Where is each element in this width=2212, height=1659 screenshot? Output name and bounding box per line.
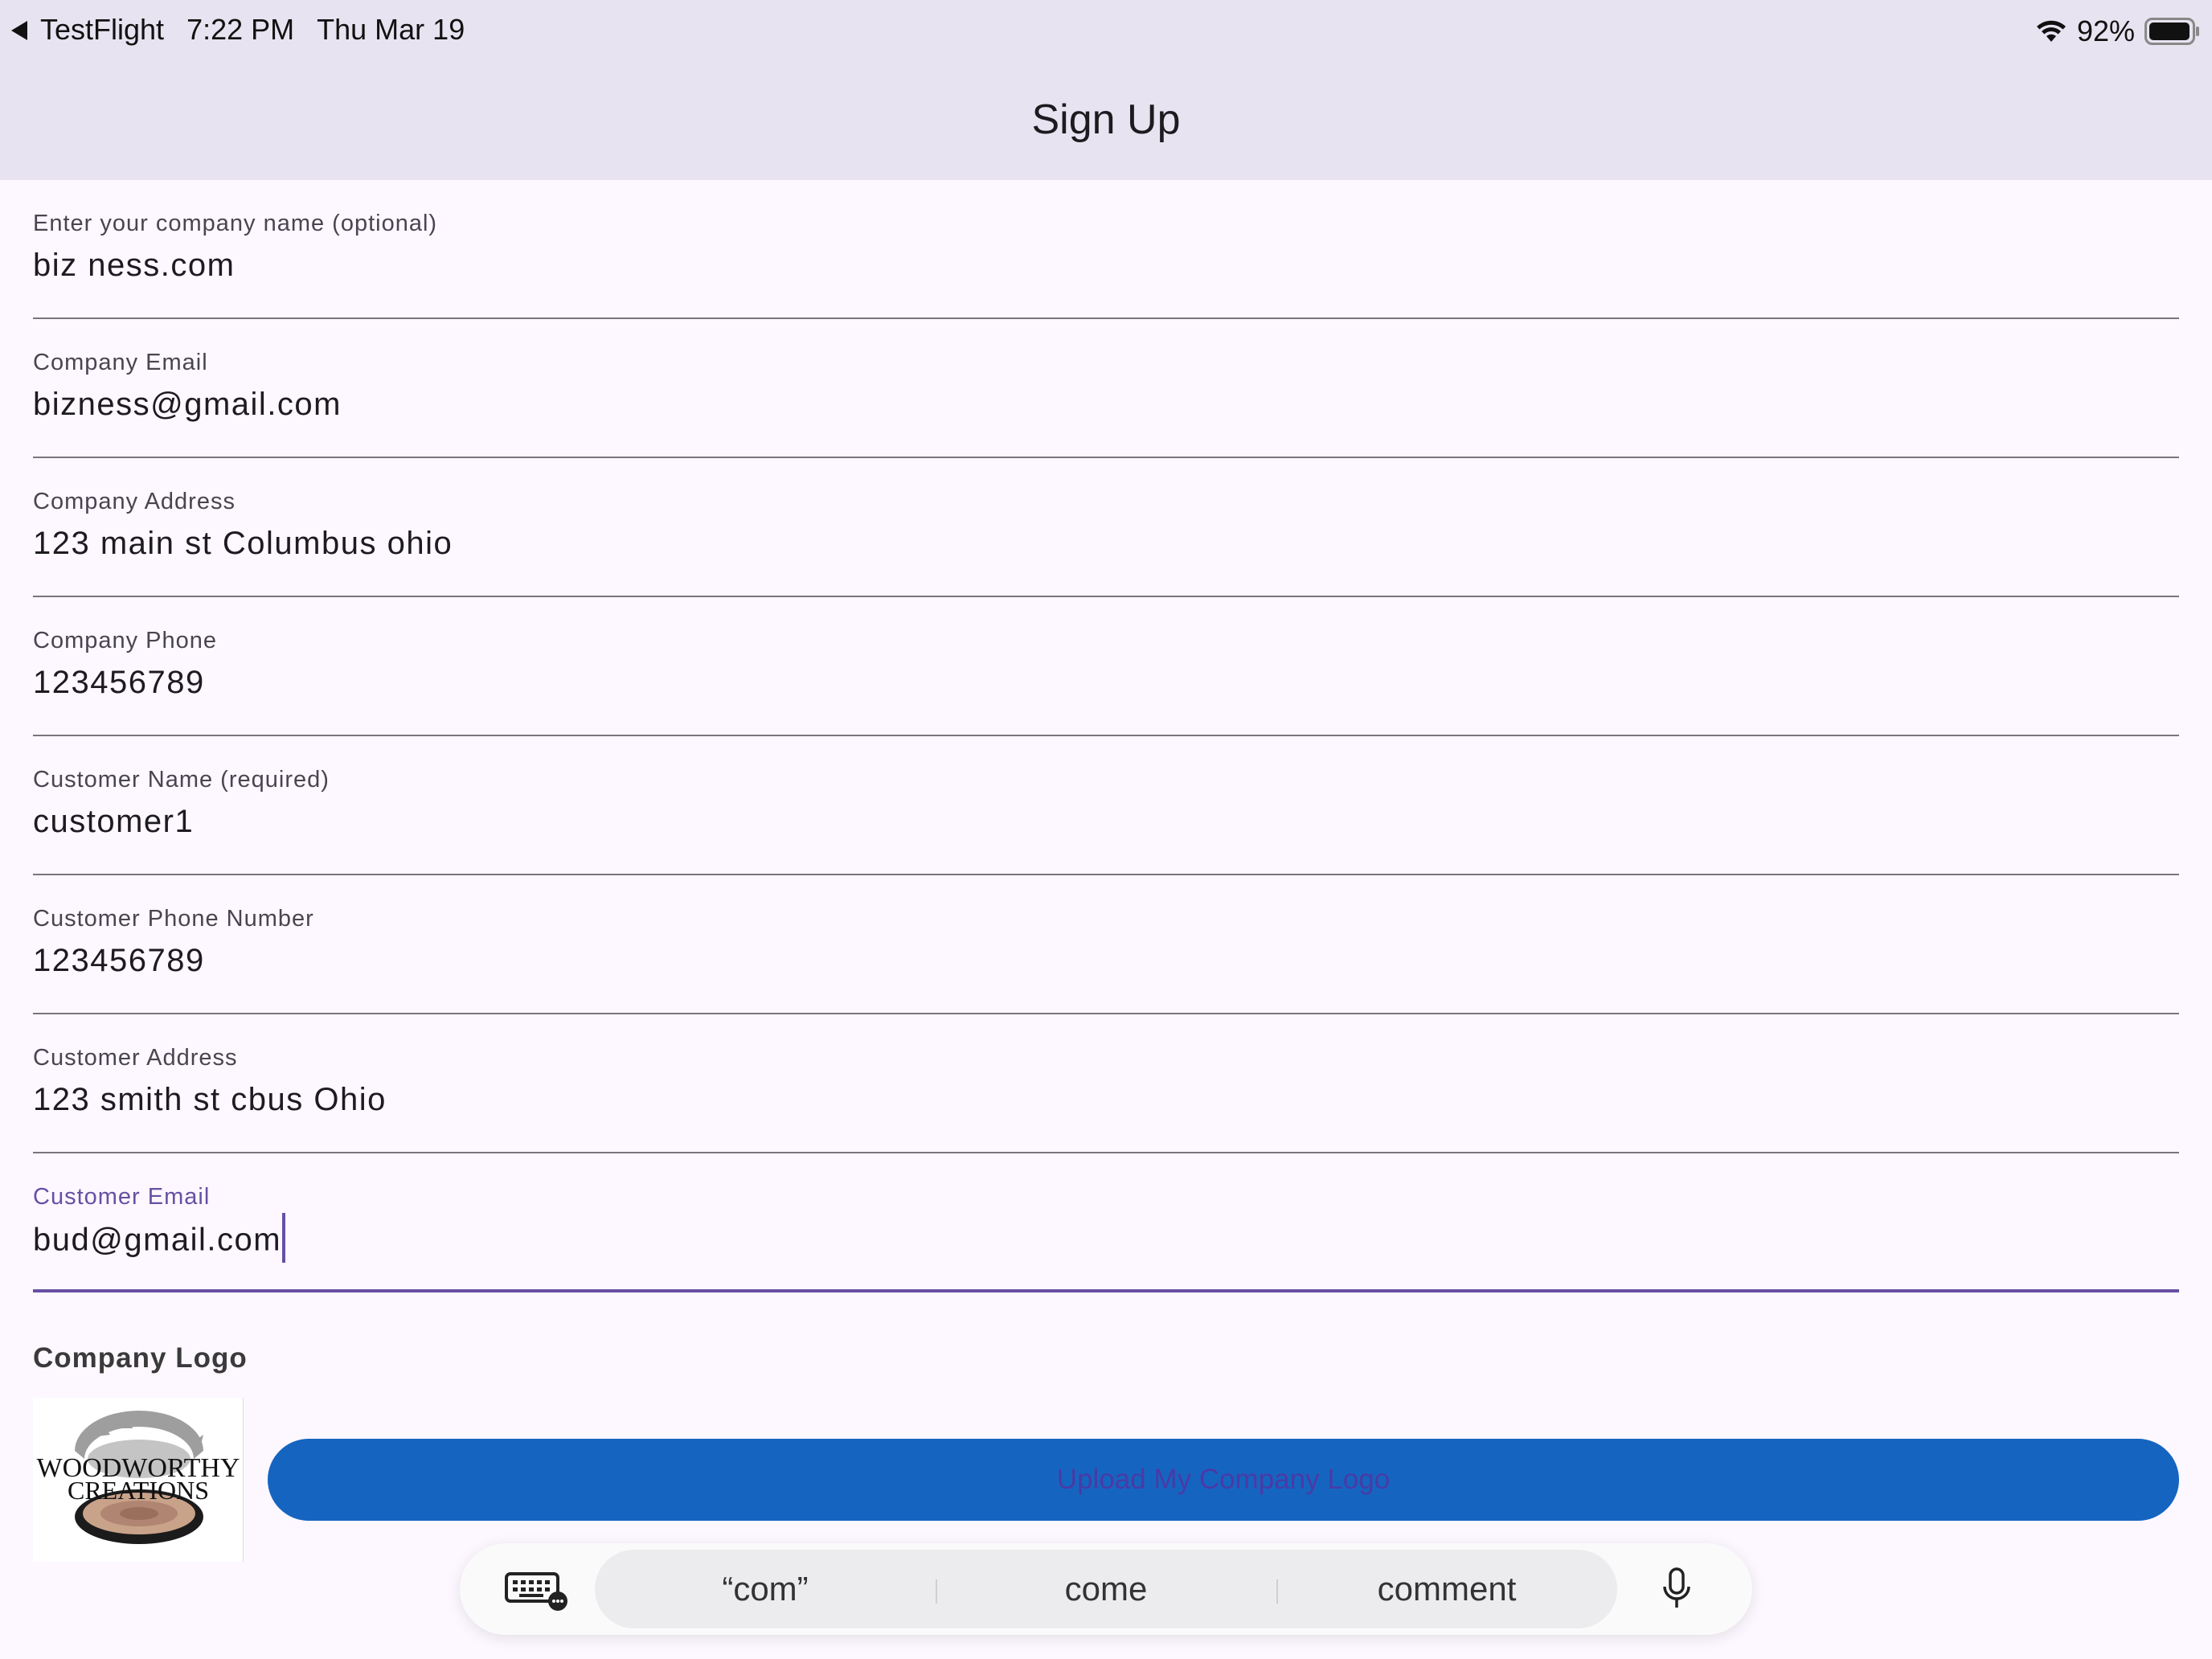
- company-logo-heading: Company Logo: [33, 1342, 248, 1374]
- field-value[interactable]: 123 smith st cbus Ohio: [33, 1082, 387, 1118]
- field-label: Company Email: [33, 350, 208, 375]
- field-label: Customer Address: [33, 1045, 238, 1071]
- text-cursor: [282, 1213, 286, 1263]
- field-value[interactable]: bud@gmail.com: [33, 1223, 281, 1258]
- back-arrow-icon[interactable]: [11, 21, 27, 40]
- logo-text-line2: CREATIONS: [68, 1476, 209, 1505]
- customer-name-field[interactable]: Customer Name (required) customer1: [33, 736, 2179, 875]
- field-label: Company Address: [33, 489, 236, 514]
- upload-logo-button[interactable]: Upload My Company Logo: [268, 1439, 2179, 1521]
- wifi-icon: [2035, 19, 2067, 43]
- status-time: 7:22 PM: [186, 13, 295, 46]
- field-value[interactable]: customer1: [33, 804, 194, 840]
- status-left[interactable]: TestFlight 7:22 PM Thu Mar 19: [11, 13, 465, 47]
- keyboard-icon[interactable]: [505, 1571, 569, 1615]
- status-back-app[interactable]: TestFlight: [40, 13, 164, 47]
- field-value[interactable]: 123456789: [33, 665, 205, 701]
- suggestion-item[interactable]: “com”: [595, 1570, 936, 1608]
- field-label: Customer Email: [33, 1184, 211, 1210]
- suggestion-item[interactable]: comment: [1276, 1570, 1617, 1608]
- field-label: Customer Name (required): [33, 767, 330, 793]
- customer-email-field[interactable]: Customer Email bud@gmail.com: [33, 1153, 2179, 1292]
- status-date: Thu Mar 19: [317, 13, 465, 46]
- suggestion-item[interactable]: come: [936, 1570, 1276, 1608]
- field-label: Enter your company name (optional): [33, 211, 438, 236]
- field-value-wrap[interactable]: bud@gmail.com: [33, 1213, 286, 1263]
- suggestion-strip: “com” come comment: [595, 1550, 1617, 1628]
- status-right: 92%: [2035, 14, 2201, 48]
- battery-percent: 92%: [2076, 14, 2135, 47]
- customer-address-field[interactable]: Customer Address 123 smith st cbus Ohio: [33, 1014, 2179, 1153]
- signup-form: Enter your company name (optional) biz n…: [33, 180, 2179, 1292]
- battery-icon: [2144, 18, 2201, 45]
- company-phone-field[interactable]: Company Phone 123456789: [33, 597, 2179, 736]
- field-value[interactable]: 123 main st Columbus ohio: [33, 526, 453, 562]
- keyboard-suggestion-bar: “com” come comment: [460, 1543, 1752, 1635]
- field-value[interactable]: bizness@gmail.com: [33, 387, 342, 423]
- page-title: Sign Up: [1031, 96, 1181, 143]
- customer-phone-field[interactable]: Customer Phone Number 123456789: [33, 875, 2179, 1014]
- field-value[interactable]: 123456789: [33, 943, 205, 979]
- upload-logo-label: Upload My Company Logo: [1056, 1464, 1391, 1495]
- app-bar: Sign Up: [0, 64, 2212, 180]
- company-address-field[interactable]: Company Address 123 main st Columbus ohi…: [33, 458, 2179, 597]
- field-value[interactable]: biz ness.com: [33, 248, 235, 284]
- field-label: Customer Phone Number: [33, 906, 314, 932]
- field-label: Company Phone: [33, 628, 218, 653]
- company-logo-image: WOODWORTHY CREATIONS: [33, 1398, 244, 1562]
- company-name-field[interactable]: Enter your company name (optional) biz n…: [33, 180, 2179, 319]
- status-bar: TestFlight 7:22 PM Thu Mar 19 92%: [0, 0, 2212, 64]
- microphone-icon[interactable]: [1661, 1567, 1693, 1615]
- company-email-field[interactable]: Company Email bizness@gmail.com: [33, 319, 2179, 458]
